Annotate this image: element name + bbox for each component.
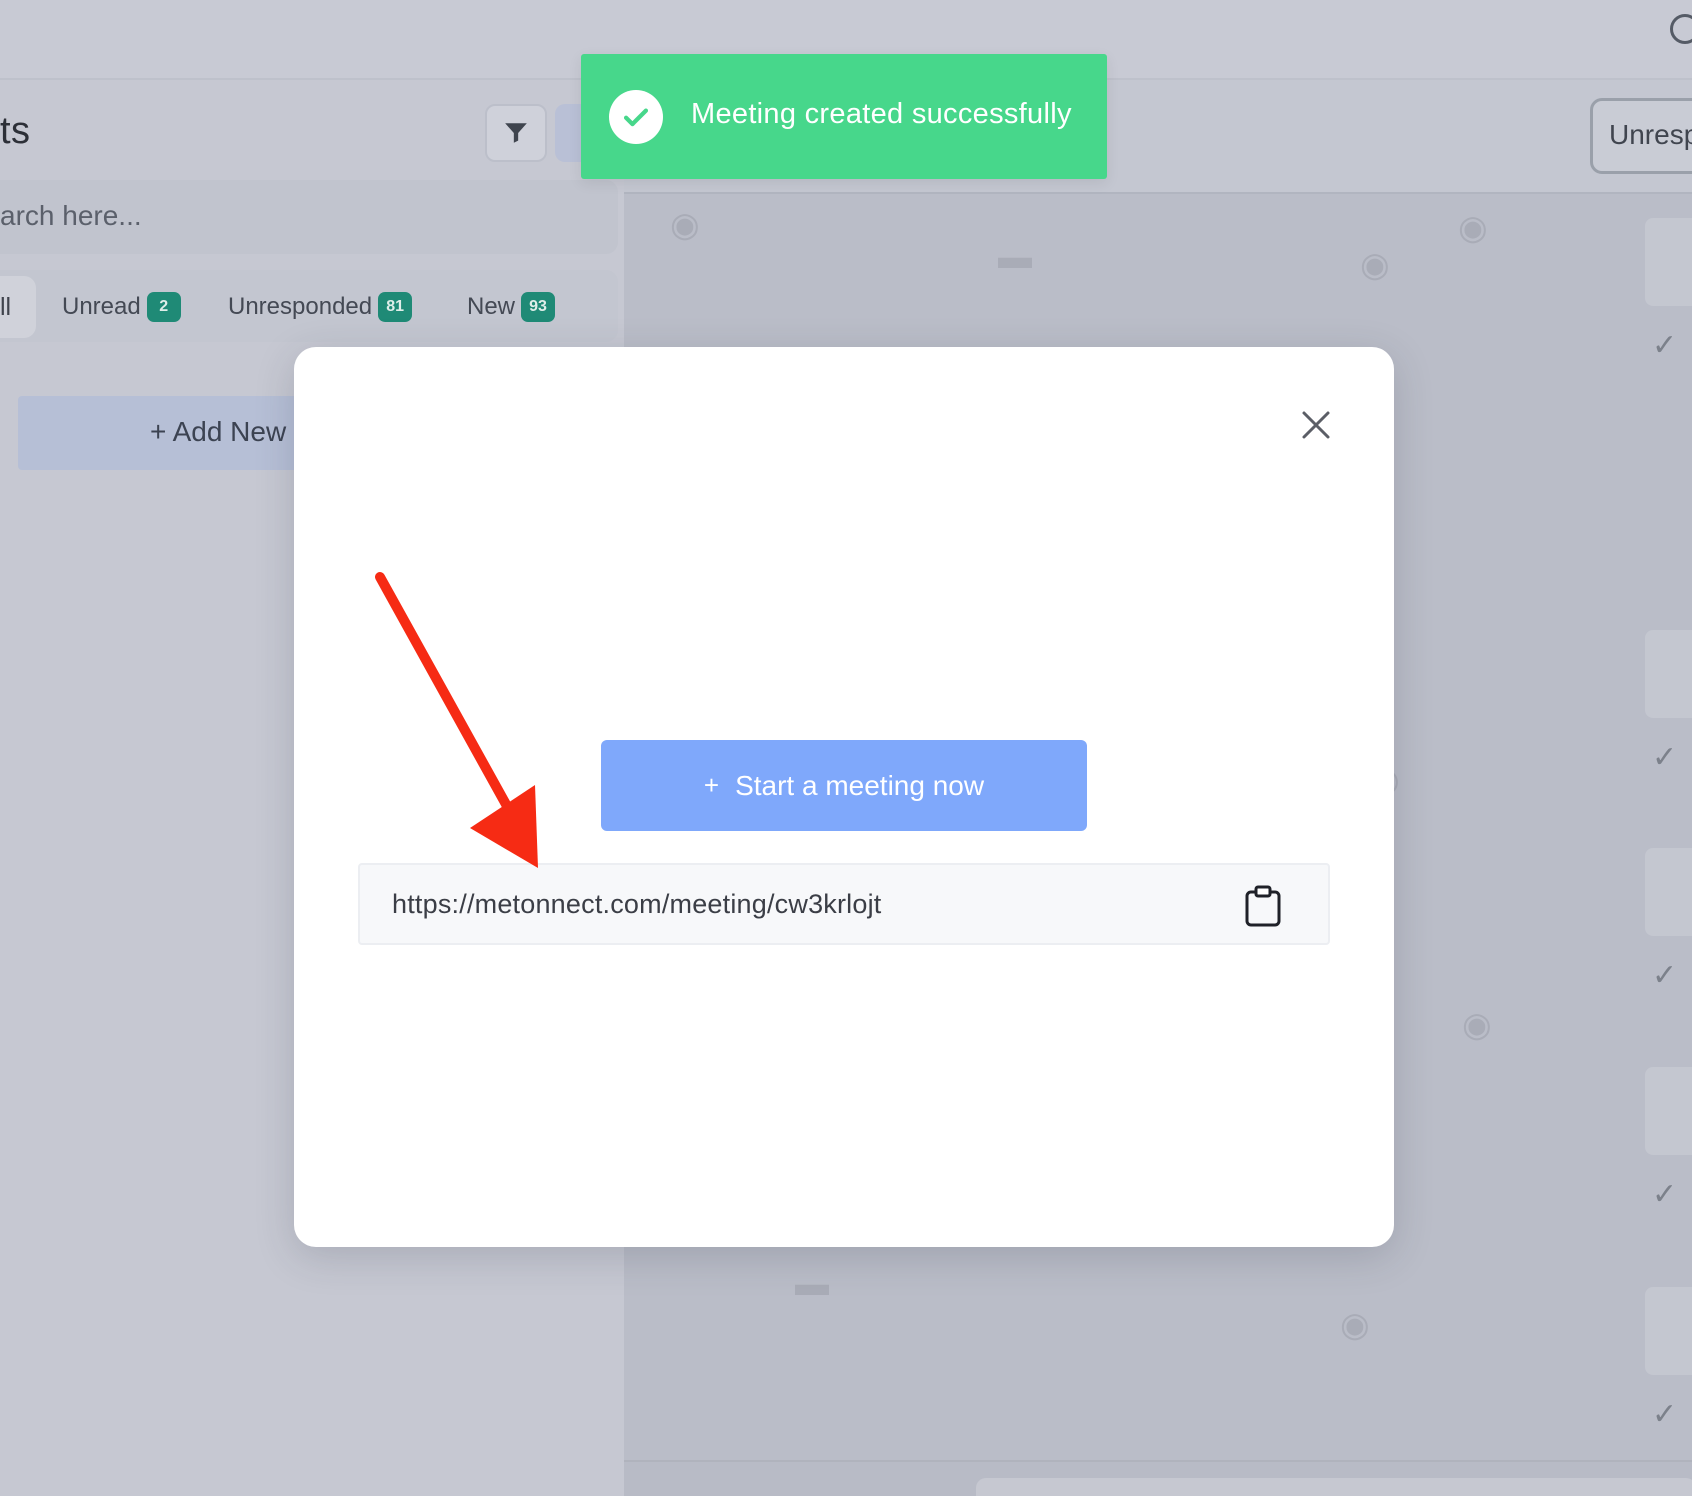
plus-icon: + <box>703 770 720 800</box>
success-toast: Meeting created successfully <box>581 54 1107 179</box>
clipboard-icon <box>1245 885 1281 927</box>
eye-doodle-icon: ◉ <box>1458 209 1488 247</box>
start-meeting-label: Start a meeting now <box>735 769 985 801</box>
eye-doodle-icon: ◉ <box>670 206 700 244</box>
car-doodle-icon: ▬ <box>998 238 1032 276</box>
copy-link-button[interactable] <box>1243 884 1283 928</box>
tab-all[interactable]: ll <box>0 276 36 338</box>
filter-tabs: ll Unread 2 Unresponded 81 New 93 <box>0 270 618 342</box>
add-new-label: + Add New <box>150 416 287 447</box>
message-card[interactable] <box>1645 218 1692 306</box>
read-check-icon: ✓ <box>1652 1398 1678 1431</box>
message-card[interactable] <box>1645 1067 1692 1155</box>
close-button[interactable] <box>1296 405 1336 445</box>
meeting-link-field[interactable]: https://metonnect.com/meeting/cw3krlojt <box>358 863 1330 945</box>
read-check-icon: ✓ <box>1652 741 1678 774</box>
tab-new[interactable]: New 93 <box>467 292 556 322</box>
read-check-icon: ✓ <box>1652 329 1678 362</box>
new-count-badge: 93 <box>521 292 556 322</box>
car-doodle-icon: ▬ <box>795 1265 829 1303</box>
tab-unread[interactable]: Unread 2 <box>62 292 181 322</box>
message-card[interactable] <box>1645 1287 1692 1375</box>
message-card[interactable] <box>1645 630 1692 718</box>
toast-message: Meeting created successfully <box>691 98 1072 130</box>
tab-unresponded[interactable]: Unresponded 81 <box>228 292 413 322</box>
unresponded-count-badge: 81 <box>378 292 413 322</box>
search-placeholder: arch here... <box>0 200 142 231</box>
eye-doodle-icon: ◉ <box>1462 1006 1492 1044</box>
unresponded-button[interactable]: Unresp <box>1590 98 1692 174</box>
start-meeting-button[interactable]: + Start a meeting now <box>601 740 1087 831</box>
composer-input[interactable] <box>976 1478 1692 1496</box>
panel-title: ts <box>0 110 31 152</box>
check-circle-icon <box>609 90 663 144</box>
tab-unresponded-label: Unresponded <box>228 293 373 320</box>
read-check-icon: ✓ <box>1652 1178 1678 1211</box>
eye-doodle-icon: ◉ <box>1360 246 1390 284</box>
search-icon[interactable] <box>1670 14 1692 44</box>
filter-button[interactable] <box>485 104 547 162</box>
meeting-link-text: https://metonnect.com/meeting/cw3krlojt <box>392 889 882 919</box>
eye-doodle-icon: ◉ <box>1340 1306 1370 1344</box>
close-icon <box>1302 411 1330 439</box>
unread-count-badge: 2 <box>146 292 181 322</box>
tab-unread-label: Unread <box>62 293 141 320</box>
tab-new-label: New <box>467 293 516 320</box>
search-field[interactable]: arch here... <box>0 180 618 254</box>
filter-icon <box>505 123 527 143</box>
read-check-icon: ✓ <box>1652 959 1678 992</box>
message-card[interactable] <box>1645 848 1692 936</box>
